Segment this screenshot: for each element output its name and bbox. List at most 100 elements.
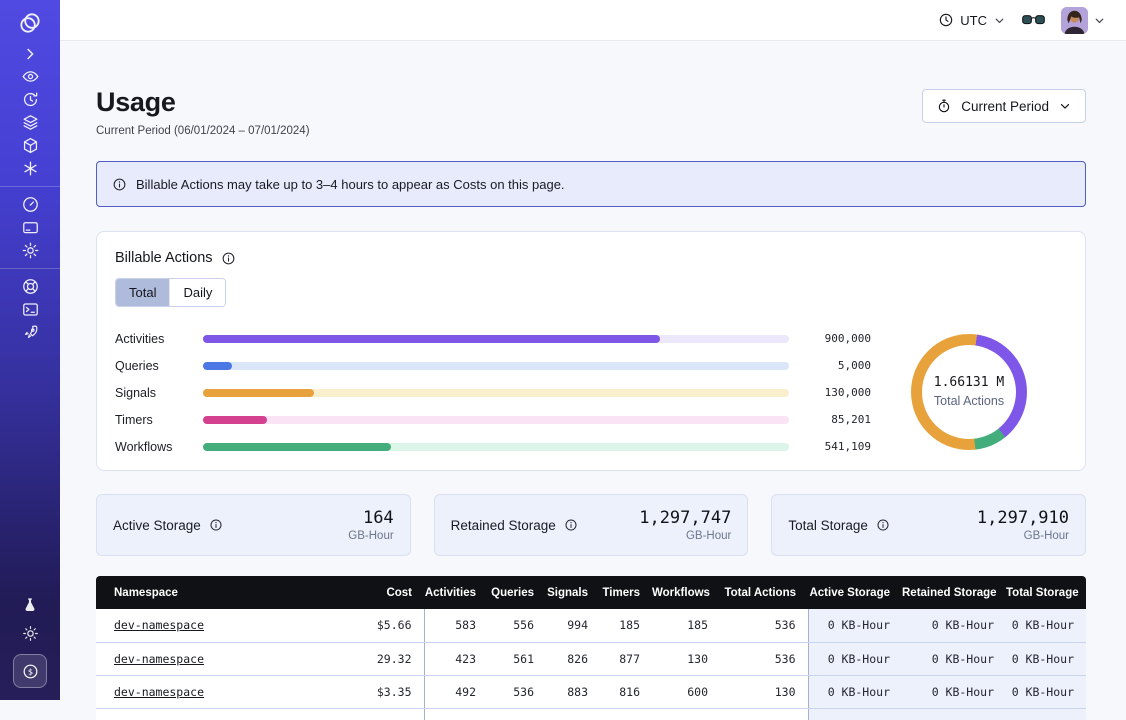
cell-cost: $3.35 [334,675,424,708]
info-icon[interactable] [564,518,578,532]
sidebar-divider [0,268,60,269]
usage-coin-icon[interactable]: $ [13,654,47,688]
cell-retained-storage: 0 KB-Hour [902,642,1006,675]
retained-storage-unit: GB-Hour [639,530,731,542]
storage-summary-row: Active Storage 164 GB-Hour Retained Stor… [96,494,1086,556]
active-storage-unit: GB-Hour [348,530,393,542]
bar-value: 130,000 [799,386,871,399]
bar-track [203,416,789,424]
bar-track [203,335,789,343]
billing-card-icon[interactable] [0,216,60,239]
col-total-storage: Total Storage [1006,576,1086,609]
asterisk-icon[interactable] [0,157,60,180]
cell-total-actions: 536 [720,642,808,675]
bar-value: 5,000 [799,359,871,372]
bar-label: Activities [115,332,203,346]
cell-total-actions: 130 [720,675,808,708]
retained-storage-label: Retained Storage [451,518,556,533]
timezone-selector[interactable]: UTC [938,12,1006,28]
bar-track [203,443,789,451]
namespace-link[interactable]: dev-namespace [114,652,204,666]
cell-retained-storage: 0 KB-Hour [902,609,1006,642]
bar-row-activities: Activities 900,000 [115,325,871,352]
info-icon [112,177,127,192]
info-banner: Billable Actions may take up to 3–4 hour… [96,161,1086,207]
svg-text:$: $ [27,666,32,676]
bar-value: 85,201 [799,413,871,426]
namespace-usage-table: Namespace Cost Activities Queries Signal… [96,576,1086,720]
info-icon[interactable] [876,518,890,532]
theme-sun-icon[interactable] [0,622,60,645]
period-selector-label: Current Period [961,99,1049,114]
namespace-link[interactable]: dev-namespace [114,618,204,632]
bar-row-signals: Signals 130,000 [115,379,871,406]
cell-workflows: 130 [652,642,720,675]
tab-total[interactable]: Total [116,279,169,306]
cell-active-storage: 0 KB-Hour [808,675,902,708]
col-active-storage: Active Storage [808,576,902,609]
col-activities: Activities [424,576,488,609]
cell-activities: 583 [424,609,488,642]
info-banner-text: Billable Actions may take up to 3–4 hour… [136,177,565,192]
page-subtitle: Current Period (06/01/2024 – 07/01/2024) [96,125,310,137]
cell-activities: 423 [424,642,488,675]
cell-signals: 994 [546,609,600,642]
stopwatch-icon [936,98,952,114]
cell-signals: 826 [546,642,600,675]
total-storage-unit: GB-Hour [977,530,1069,542]
bar-row-workflows: Workflows 541,109 [115,433,871,460]
cell-queries: 556 [488,609,546,642]
active-storage-value: 164 [348,508,393,528]
lab-flask-icon[interactable] [0,593,60,616]
chevron-right-icon[interactable] [0,42,60,65]
tab-daily[interactable]: Daily [169,279,225,306]
donut-total-value: 1.66131 M [934,375,1004,390]
temporal-logo-icon[interactable] [0,8,60,38]
billable-actions-title: Billable Actions [115,250,213,266]
rocket-icon[interactable] [0,321,60,344]
namespace-link[interactable]: dev-namespace [114,685,204,699]
history-clock-icon[interactable] [0,88,60,111]
info-icon[interactable] [209,518,223,532]
docs-terminal-icon[interactable] [0,298,60,321]
layers-icon[interactable] [0,111,60,134]
topbar: UTC [60,0,1126,41]
period-selector-button[interactable]: Current Period [922,89,1086,123]
col-total-actions: Total Actions [720,576,808,609]
timezone-label: UTC [960,13,987,28]
donut-ring: 1.66131 M Total Actions [911,334,1027,450]
cell-workflows: 185 [652,609,720,642]
settings-gear-icon[interactable] [0,239,60,262]
cell-retained-storage: 0 KB-Hour [902,675,1006,708]
col-namespace: Namespace [96,576,334,609]
sidebar: $ [0,0,60,700]
cube-icon[interactable] [0,134,60,157]
active-storage-label: Active Storage [113,518,201,533]
avatar[interactable] [1061,7,1088,34]
col-timers: Timers [600,576,652,609]
page-title: Usage [96,87,310,118]
total-actions-donut: 1.66131 M Total Actions [871,323,1067,460]
gauge-icon[interactable] [0,193,60,216]
bar-fill [203,443,391,451]
cell-timers: 816 [600,675,652,708]
clock-icon [938,12,954,28]
cell-signals: 883 [546,675,600,708]
bar-value: 541,109 [799,440,871,453]
retained-storage-card: Retained Storage 1,297,747 GB-Hour [434,494,749,556]
glasses-icon[interactable] [1022,13,1045,27]
cell-cost: $5.66 [334,609,424,642]
chevron-down-icon [1093,14,1106,27]
support-lifebuoy-icon[interactable] [0,275,60,298]
cell-queries: 561 [488,642,546,675]
bar-fill [203,362,232,370]
bar-label: Timers [115,413,203,427]
col-signals: Signals [546,576,600,609]
billable-actions-chart: Activities 900,000 Queries 5,000 Signals… [115,323,1067,460]
cell-total-actions: 536 [720,609,808,642]
user-menu[interactable] [1061,7,1106,34]
namespaces-eye-icon[interactable] [0,65,60,88]
info-icon[interactable] [221,251,236,266]
page-header: Usage Current Period (06/01/2024 – 07/01… [96,87,1086,137]
total-storage-card: Total Storage 1,297,910 GB-Hour [771,494,1086,556]
